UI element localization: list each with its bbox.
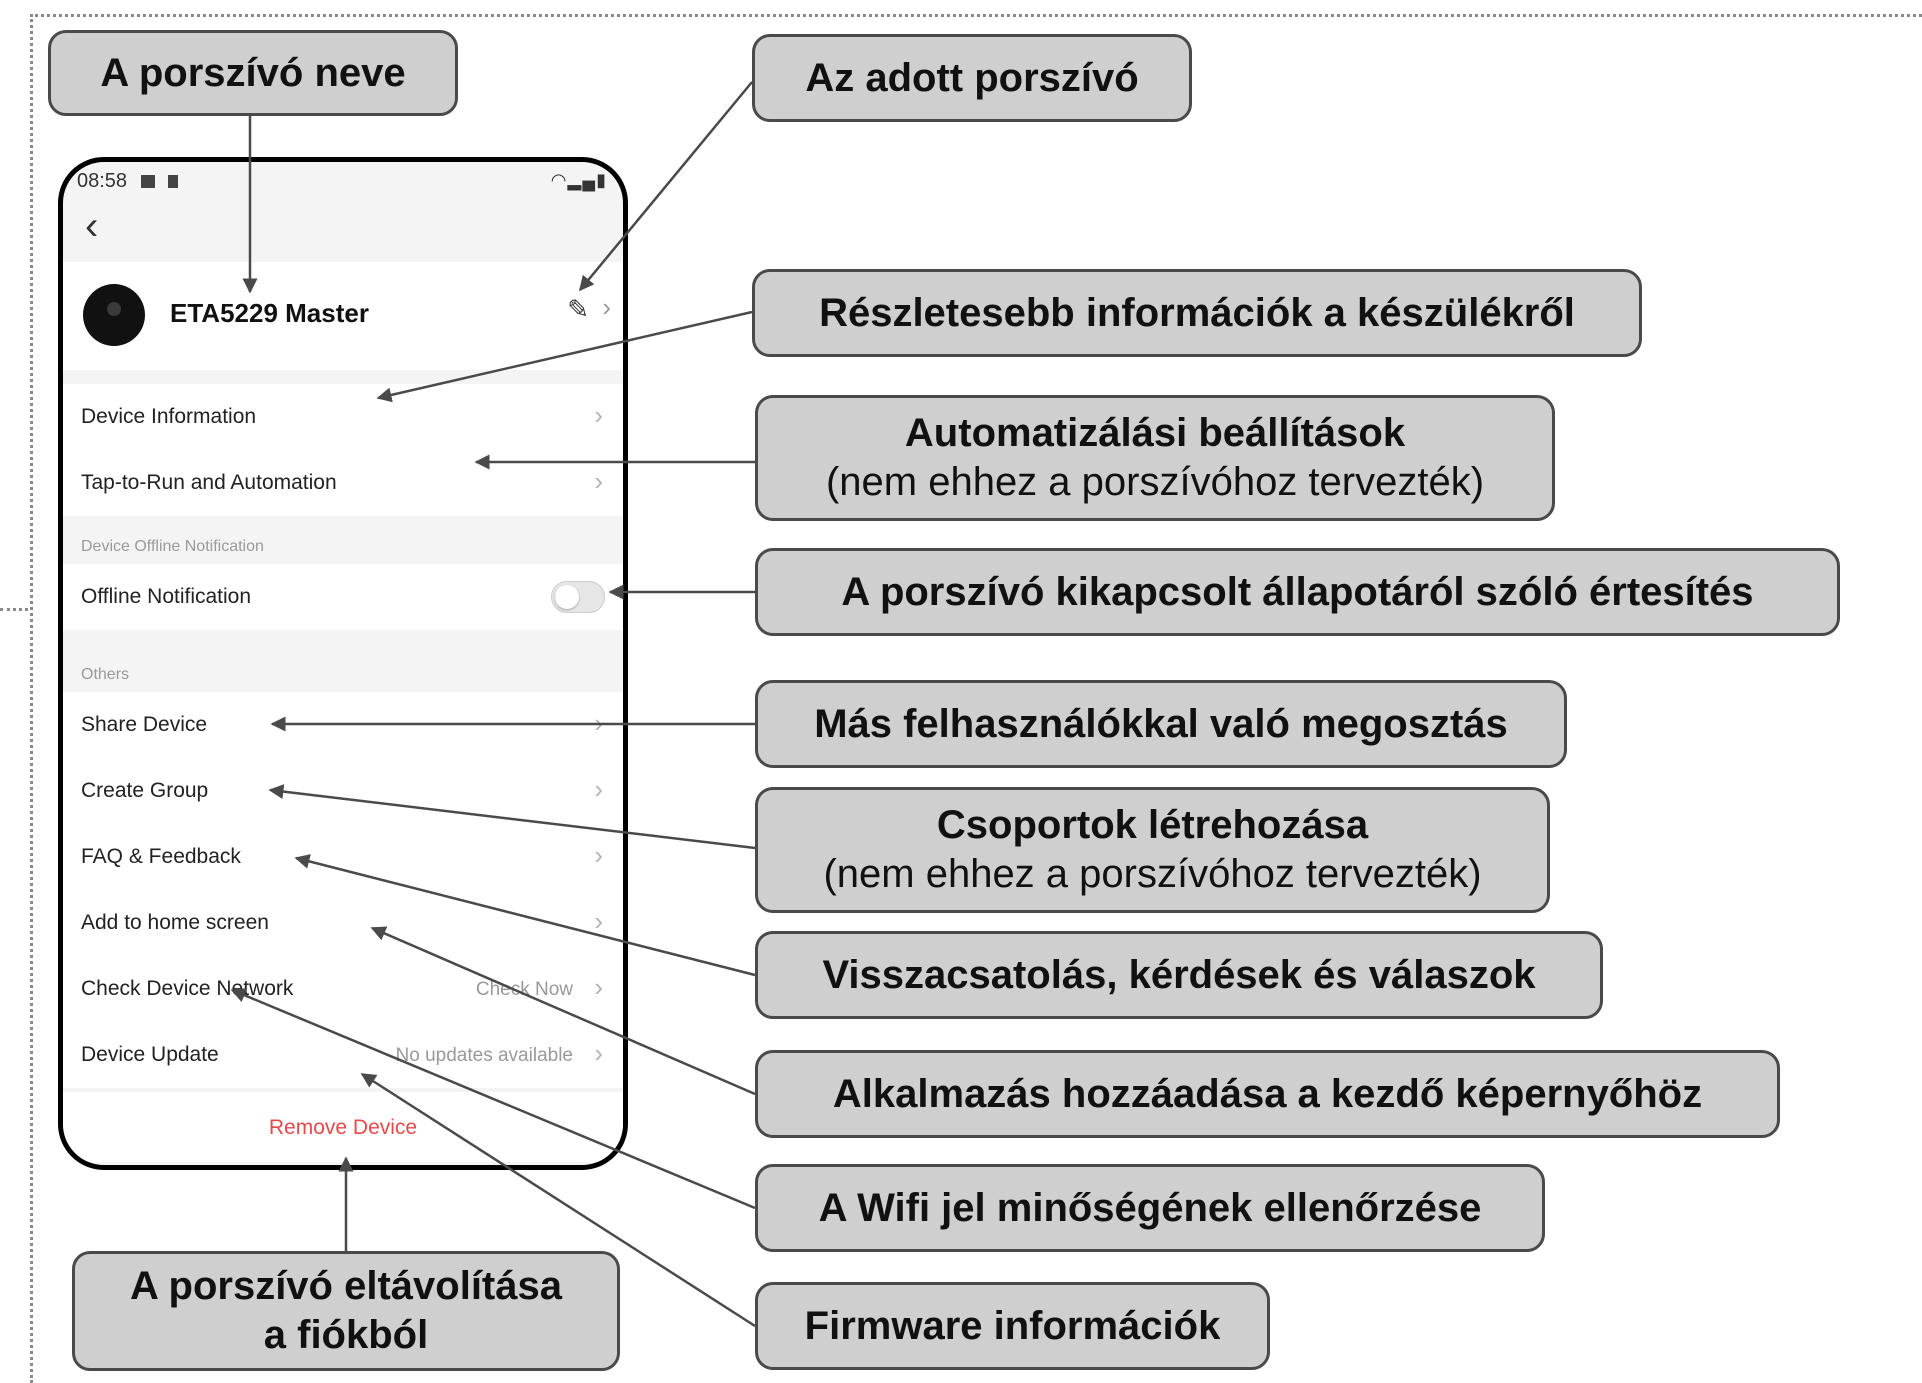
arrow-feedback xyxy=(294,854,756,977)
arrow-device-info xyxy=(376,310,753,403)
annotation-arrows xyxy=(230,81,756,1328)
arrow-firmware xyxy=(360,1072,756,1328)
arrow-wifi xyxy=(230,988,756,1210)
arrow-edit xyxy=(579,81,753,292)
arrow-group xyxy=(268,784,756,850)
arrow-home-screen xyxy=(370,926,756,1096)
